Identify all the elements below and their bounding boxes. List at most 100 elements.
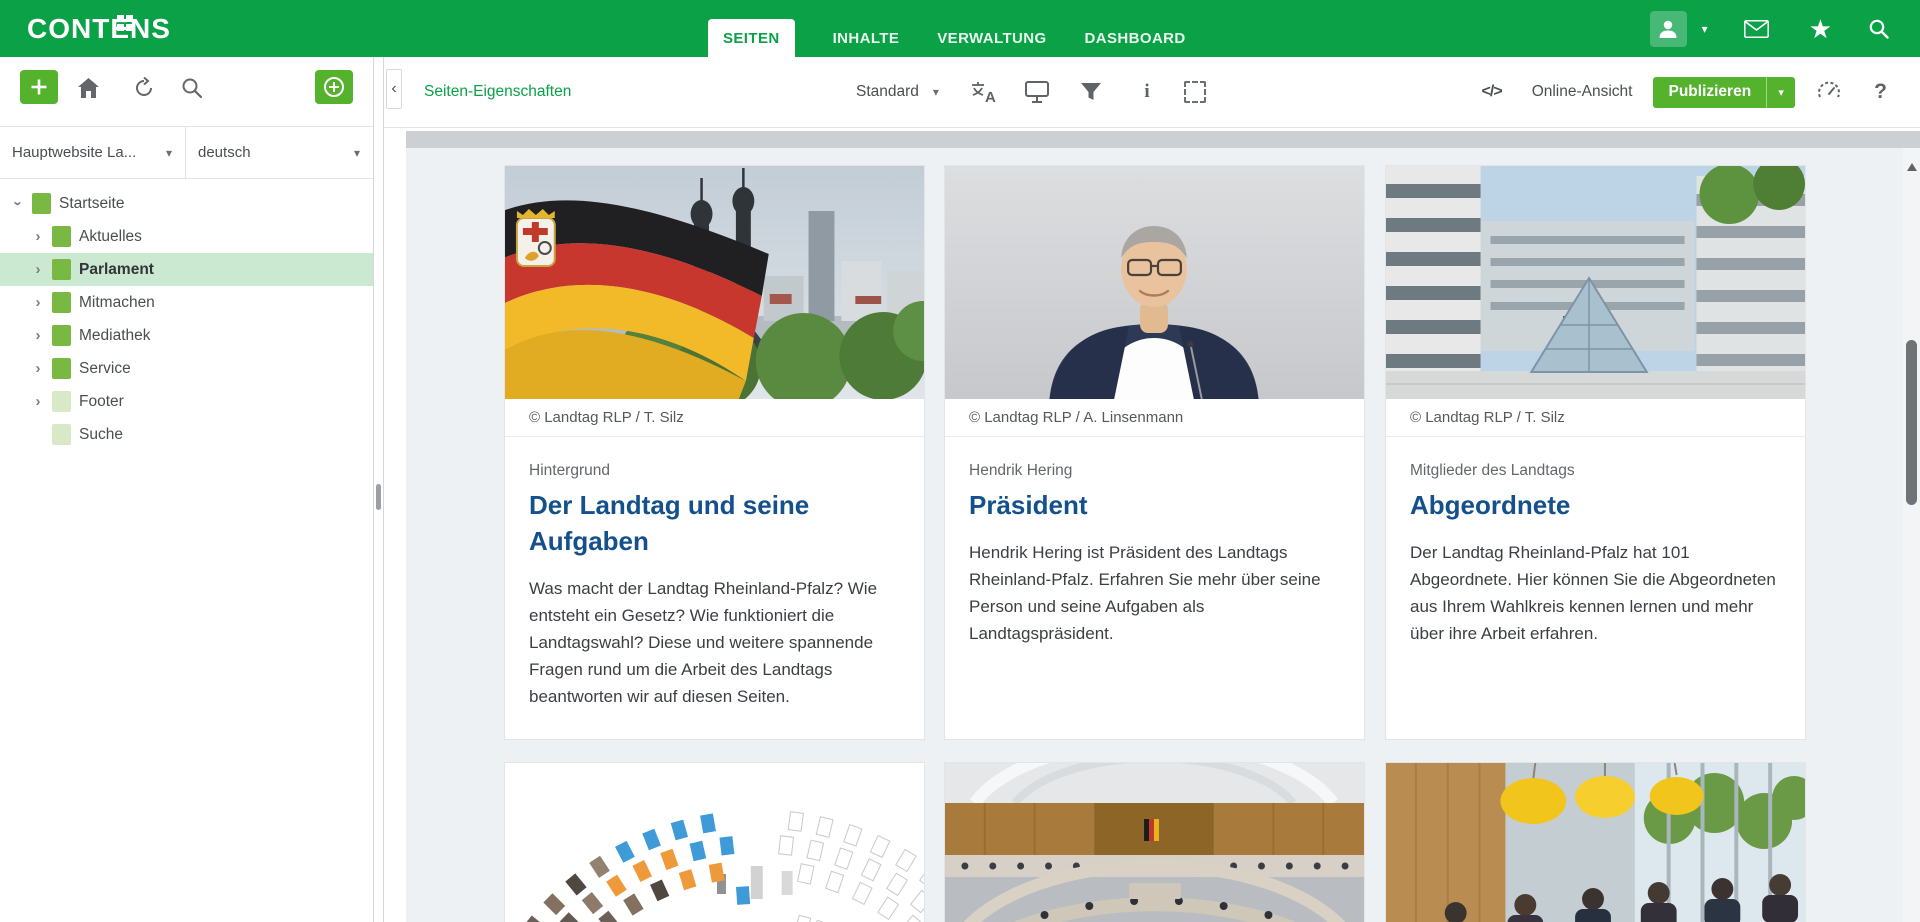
refresh-button[interactable] bbox=[132, 76, 156, 100]
teaser-card-partial bbox=[504, 762, 925, 922]
card-image-plenary-hall bbox=[945, 763, 1364, 922]
caret-down-icon: ▾ bbox=[166, 146, 172, 160]
filter-icon bbox=[1080, 81, 1102, 103]
teaser-card: © Landtag RLP / T. Silz Mitglieder des L… bbox=[1385, 165, 1806, 740]
tree-item-startseite[interactable]: › Startseite bbox=[0, 187, 373, 220]
scrollbar-up-arrow-icon[interactable] bbox=[1907, 163, 1917, 171]
image-credit: © Landtag RLP / T. Silz bbox=[1386, 399, 1805, 437]
card-title-link[interactable]: Präsident bbox=[969, 487, 1340, 523]
variant-value: Standard bbox=[856, 83, 919, 101]
source-code-button[interactable]: </> bbox=[1482, 83, 1502, 101]
tree-item-label: Startseite bbox=[59, 195, 124, 213]
chevron-right-icon[interactable]: › bbox=[30, 228, 46, 245]
messages-icon[interactable] bbox=[1744, 20, 1769, 38]
card-title-link[interactable]: Der Landtag und seine Aufgaben bbox=[529, 487, 900, 559]
gauge-icon bbox=[1817, 80, 1841, 100]
caret-down-icon: ▾ bbox=[933, 85, 939, 99]
tree-item-service[interactable]: › Service bbox=[0, 352, 373, 385]
tree-item-label: Mitmachen bbox=[79, 294, 155, 312]
tree-item-label: Mediathek bbox=[79, 327, 151, 345]
teaser-card: © Landtag RLP / A. Linsenmann Hendrik He… bbox=[944, 165, 1365, 740]
page-preview: © Landtag RLP / T. Silz Hintergrund Der … bbox=[384, 128, 1920, 922]
tree-item-label: Service bbox=[79, 360, 131, 378]
scrollbar-thumb[interactable] bbox=[1906, 340, 1917, 505]
chevron-right-icon[interactable]: › bbox=[30, 393, 46, 410]
teaser-card-partial bbox=[1385, 762, 1806, 922]
collapse-sidebar-button[interactable]: ‹ bbox=[386, 69, 402, 109]
preview-scrollbar[interactable] bbox=[1903, 148, 1920, 922]
page-node-icon bbox=[52, 424, 71, 445]
publish-button[interactable]: Publizieren bbox=[1653, 77, 1766, 108]
contens-grid-icon bbox=[117, 15, 133, 31]
page-node-icon bbox=[52, 325, 71, 346]
panel-title[interactable]: Seiten-Eigenschaften bbox=[424, 57, 571, 127]
panel-resize-handle[interactable] bbox=[376, 484, 381, 510]
variant-dropdown[interactable]: Standard ▾ bbox=[856, 57, 939, 127]
refresh-icon bbox=[133, 77, 155, 99]
tree-search-button[interactable] bbox=[180, 76, 204, 100]
page-node-icon bbox=[32, 193, 51, 214]
card-image-building bbox=[1386, 166, 1805, 399]
tab-dashboard[interactable]: DASHBOARD bbox=[1085, 19, 1186, 57]
chevron-right-icon[interactable]: › bbox=[30, 360, 46, 377]
tree-item-aktuelles[interactable]: › Aktuelles bbox=[0, 220, 373, 253]
online-view-link[interactable]: Online-Ansicht bbox=[1532, 83, 1633, 101]
tree-item-label: Parlament bbox=[79, 261, 154, 279]
tree-item-parlament[interactable]: › Parlament bbox=[0, 253, 373, 286]
site-dropdown-value: Hauptwebsite La... bbox=[12, 144, 136, 161]
device-preview-button[interactable] bbox=[1022, 57, 1052, 127]
card-title-link[interactable]: Abgeordnete bbox=[1410, 487, 1781, 523]
page-node-icon bbox=[52, 391, 71, 412]
tree-item-mitmachen[interactable]: › Mitmachen bbox=[0, 286, 373, 319]
card-image-meeting-room bbox=[1386, 763, 1805, 922]
teaser-card-partial bbox=[944, 762, 1365, 922]
card-body: Der Landtag Rheinland-Pfalz hat 101 Abge… bbox=[1410, 539, 1781, 647]
filter-button[interactable] bbox=[1076, 57, 1106, 127]
page-node-icon bbox=[52, 292, 71, 313]
plus-icon bbox=[30, 78, 48, 96]
chevron-down-icon[interactable]: › bbox=[10, 196, 27, 212]
tab-verwaltung[interactable]: VERWALTUNG bbox=[937, 19, 1046, 57]
tree-item-footer[interactable]: › Footer bbox=[0, 385, 373, 418]
page-tree-sidebar: Hauptwebsite La... ▾ deutsch ▾ › Startse… bbox=[0, 57, 374, 922]
chevron-left-icon: ‹ bbox=[391, 80, 396, 98]
info-button[interactable]: i bbox=[1132, 57, 1162, 127]
marquee-select-button[interactable] bbox=[1180, 57, 1210, 127]
person-icon bbox=[1657, 18, 1679, 40]
chevron-right-icon[interactable]: › bbox=[30, 261, 46, 278]
new-page-button[interactable] bbox=[20, 70, 58, 104]
site-dropdown[interactable]: Hauptwebsite La... ▾ bbox=[0, 127, 186, 178]
page-tree: › Startseite › Aktuelles › Parlament › M… bbox=[0, 179, 373, 451]
tree-item-mediathek[interactable]: › Mediathek bbox=[0, 319, 373, 352]
card-kicker: Mitglieder des Landtags bbox=[1410, 462, 1781, 480]
card-image-seating-chart bbox=[505, 763, 924, 922]
global-search-icon[interactable] bbox=[1868, 18, 1890, 40]
performance-gauge-button[interactable] bbox=[1817, 80, 1841, 105]
preview-top-band bbox=[406, 131, 1920, 148]
user-menu-caret-icon[interactable]: ▾ bbox=[1702, 22, 1708, 36]
help-button[interactable]: ? bbox=[1874, 80, 1887, 104]
card-image-flag-skyline bbox=[505, 166, 924, 399]
language-dropdown[interactable]: deutsch ▾ bbox=[186, 127, 373, 178]
chevron-right-icon[interactable]: › bbox=[30, 294, 46, 311]
chevron-right-icon[interactable]: › bbox=[30, 327, 46, 344]
contens-logo: CONTENS bbox=[27, 13, 171, 45]
user-avatar-button[interactable] bbox=[1650, 11, 1687, 47]
publish-menu-caret[interactable]: ▾ bbox=[1766, 77, 1795, 108]
translate-button[interactable]: A bbox=[969, 57, 999, 127]
add-content-button[interactable] bbox=[315, 70, 353, 104]
tab-inhalte[interactable]: INHALTE bbox=[833, 19, 900, 57]
tree-item-suche[interactable]: Suche bbox=[0, 418, 373, 451]
top-bar: CONTENS SEITEN INHALTE VERWALTUNG DASHBO… bbox=[0, 0, 1920, 57]
card-image-portrait bbox=[945, 166, 1364, 399]
favorites-star-icon[interactable]: ★ bbox=[1809, 16, 1832, 42]
main-nav-tabs: SEITEN INHALTE VERWALTUNG DASHBOARD bbox=[708, 19, 1186, 57]
page-node-icon bbox=[52, 259, 71, 280]
card-body: Hendrik Hering ist Präsident des Landtag… bbox=[969, 539, 1340, 647]
card-kicker: Hintergrund bbox=[529, 462, 900, 480]
home-button[interactable] bbox=[76, 76, 100, 100]
page-node-icon bbox=[52, 358, 71, 379]
tab-seiten[interactable]: SEITEN bbox=[708, 19, 795, 57]
caret-down-icon: ▾ bbox=[1778, 86, 1784, 99]
panel-gutter bbox=[374, 57, 384, 922]
